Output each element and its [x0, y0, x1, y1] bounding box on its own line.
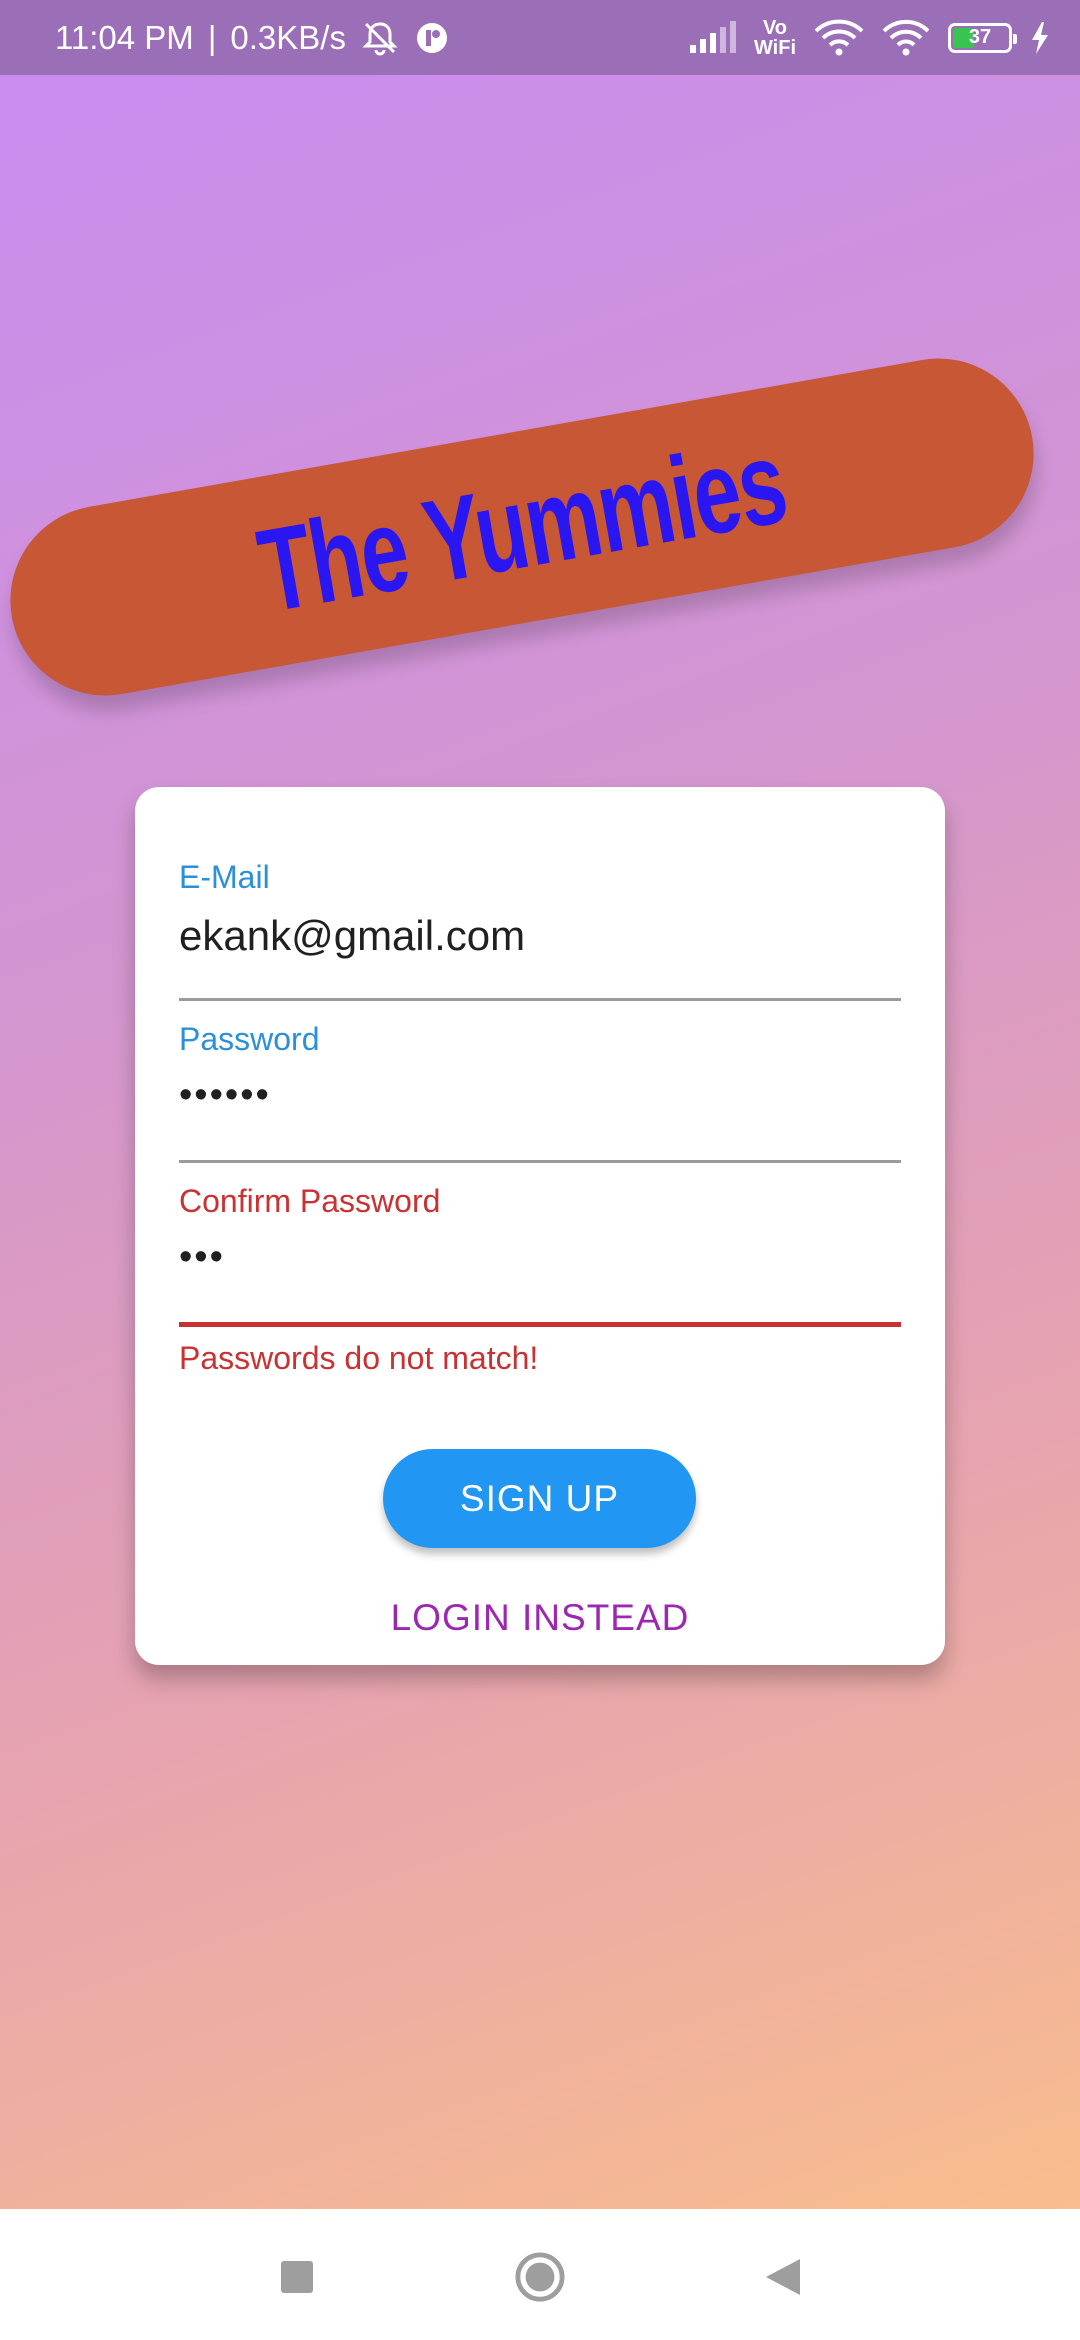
confirm-password-value[interactable]: •••	[179, 1238, 901, 1276]
back-icon[interactable]	[758, 2252, 808, 2302]
signal-icon	[688, 20, 736, 55]
app-title: The Yummies	[249, 415, 795, 639]
status-left: 11:04 PM | 0.3KB/s	[55, 18, 450, 58]
email-label: E-Mail	[179, 859, 270, 895]
network-speed: 0.3KB/s	[230, 18, 346, 56]
confirm-password-label: Confirm Password	[179, 1183, 441, 1219]
logo-banner: The Yummies	[0, 343, 1049, 711]
recent-apps-icon[interactable]	[272, 2252, 322, 2302]
password-label: Password	[179, 1021, 320, 1057]
status-time: 11:04 PM	[55, 18, 194, 56]
password-value[interactable]: ••••••	[179, 1076, 901, 1114]
charging-icon	[1030, 21, 1050, 54]
password-underline	[179, 1160, 901, 1163]
confirm-password-underline	[179, 1322, 901, 1327]
password-field[interactable]: Password ••••••	[179, 1021, 901, 1164]
battery-icon: 37	[948, 22, 1017, 53]
status-separator: |	[207, 18, 217, 56]
wifi-calling-icon	[814, 19, 864, 57]
email-field[interactable]: E-Mail ekank@gmail.com	[179, 859, 901, 1002]
status-right: Vo WiFi 37	[688, 18, 1050, 58]
vowifi-indicator: Vo WiFi	[753, 16, 796, 59]
navigation-bar	[0, 2209, 1080, 2340]
wifi-icon	[882, 19, 930, 57]
muted-bell-icon	[360, 18, 400, 58]
login-instead-button[interactable]: LOGIN INSTEAD	[135, 1593, 945, 1635]
battery-level: 37	[968, 26, 992, 48]
home-icon[interactable]	[515, 2252, 565, 2302]
signup-card: E-Mail ekank@gmail.com Password •••••• C…	[135, 787, 945, 1665]
confirm-password-field[interactable]: Confirm Password •••	[179, 1183, 901, 1329]
email-value[interactable]: ekank@gmail.com	[179, 912, 901, 960]
password-mismatch-error: Passwords do not match!	[179, 1340, 539, 1376]
signup-button[interactable]: SIGN UP	[383, 1449, 696, 1548]
status-bar: 11:04 PM | 0.3KB/s Vo WiFi 37	[0, 0, 1080, 75]
email-underline	[179, 998, 901, 1001]
app-notification-icon	[414, 20, 450, 56]
